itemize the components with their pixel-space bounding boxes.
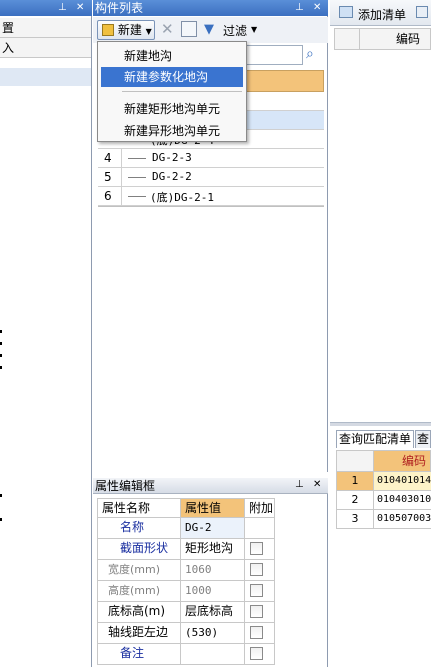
property-name: 底标高(m) (97, 602, 181, 623)
list-row-number: 6 (104, 189, 112, 203)
property-value[interactable]: DG-2 (181, 518, 245, 539)
menu-item[interactable]: 新建矩形地沟单元 (101, 99, 243, 119)
match-row-number[interactable]: 2 (336, 491, 374, 510)
checkbox[interactable] (250, 647, 263, 660)
property-editor-title: 属性编辑框 (95, 479, 156, 493)
search-icon[interactable]: ⌕ (306, 46, 314, 62)
list-bottom-border (98, 206, 324, 207)
property-editor-panel: 属性编辑框 ⊥ ✕ 属性名称 属性值 附加 名称 DG-2 截面形状 矩形地沟 宽度(m… (93, 478, 328, 667)
property-extra (245, 623, 275, 644)
tree-marker (0, 518, 2, 521)
property-extra (245, 539, 275, 560)
match-table-corner (336, 450, 374, 472)
menu-separator (122, 91, 242, 92)
property-editor-titlebar: 属性编辑框 (93, 478, 328, 494)
checkbox[interactable] (250, 563, 263, 576)
property-value[interactable]: 层底标高 (181, 602, 245, 623)
component-list-titlebar: 构件列表 (93, 0, 328, 16)
property-value[interactable]: (530) (181, 623, 245, 644)
menu-item[interactable]: 新建异形地沟单元 (101, 121, 243, 141)
pin-icon[interactable]: ⊥ (58, 0, 67, 16)
close-icon[interactable]: ✕ (76, 0, 84, 16)
property-name: 名称 (97, 518, 181, 539)
property-value[interactable]: 1060 (181, 560, 245, 581)
close-icon[interactable]: ✕ (313, 0, 321, 16)
property-extra (245, 581, 275, 602)
menu-item[interactable]: 新建参数化地沟 (101, 67, 243, 87)
property-value[interactable]: 矩形地沟 (181, 539, 245, 560)
list-row[interactable]: 6 (底)DG-2-1 (98, 187, 324, 206)
add-item-icon[interactable] (416, 6, 428, 18)
tree-line (128, 177, 146, 178)
chevron-down-icon[interactable]: ▼ (251, 25, 257, 34)
component-list-title: 构件列表 (95, 1, 144, 15)
match-row-code[interactable]: 010507003 (374, 510, 431, 529)
chevron-down-icon: ▼ (145, 27, 152, 36)
tree-line (128, 158, 146, 159)
left-panel-item[interactable]: 入 (0, 38, 91, 58)
list-row-name: DG-2-3 (152, 151, 192, 164)
tree-marker (0, 354, 2, 357)
list-row[interactable]: 5 DG-2-2 (98, 168, 324, 187)
property-name: 轴线距左边 (97, 623, 181, 644)
list-row-number: 4 (104, 151, 112, 165)
delete-icon[interactable]: ✕ (161, 20, 174, 38)
match-row-code[interactable]: 010403010 (374, 491, 431, 510)
new-button[interactable]: 新建 ▼ (97, 20, 155, 40)
bill-divider (330, 422, 431, 426)
list-row-number: 5 (104, 170, 112, 184)
header-name: 属性名称 (97, 498, 181, 518)
match-row-code[interactable]: 010401014 (374, 472, 431, 491)
pin-icon[interactable]: ⊥ (295, 0, 304, 16)
add-list-icon[interactable] (339, 6, 353, 18)
checkbox[interactable] (250, 605, 263, 618)
new-item-icon (102, 24, 114, 36)
property-name: 备注 (97, 644, 181, 665)
add-list-button[interactable]: 添加清单 (358, 6, 406, 23)
property-name: 宽度(mm) (97, 560, 181, 581)
list-row-name: (底)DG-2-1 (150, 191, 214, 204)
match-code-header: 编码 (374, 450, 431, 472)
checkbox[interactable] (250, 542, 263, 555)
match-row-number[interactable]: 1 (336, 472, 374, 491)
filter-icon[interactable]: ▼ (204, 22, 214, 37)
checkbox[interactable] (250, 626, 263, 639)
list-row-name: DG-2-2 (152, 170, 192, 183)
left-panel-selected-bar (0, 68, 91, 86)
property-name: 截面形状 (97, 539, 181, 560)
property-value[interactable] (181, 644, 245, 665)
list-row[interactable]: 4 DG-2-3 (98, 149, 324, 168)
property-extra (245, 644, 275, 665)
left-panel: ⊥ ✕ 置 入 (0, 0, 92, 667)
list-column-divider (121, 149, 122, 206)
bill-table-corner (334, 28, 360, 50)
header-value: 属性值 (181, 498, 245, 518)
property-extra (245, 602, 275, 623)
property-extra (245, 560, 275, 581)
tree-marker (0, 494, 2, 497)
menu-item[interactable]: 新建地沟 (101, 46, 243, 66)
tree-marker (0, 366, 2, 369)
header-extra: 附加 (245, 498, 275, 518)
bill-panel: 添加清单 编码 查询匹配清单 查 编码 1 010401014 2 010403010… (330, 0, 431, 667)
match-row-number[interactable]: 3 (336, 510, 374, 529)
property-value[interactable]: 1000 (181, 581, 245, 602)
tree-marker (0, 330, 2, 333)
bill-code-header: 编码 (360, 28, 431, 50)
tree-marker (0, 342, 2, 345)
checkbox[interactable] (250, 584, 263, 597)
new-dropdown-menu: 新建地沟 新建参数化地沟 新建矩形地沟单元 新建异形地沟单元 (97, 41, 247, 142)
filter-button[interactable]: 过滤 (223, 22, 247, 39)
tab-query-other[interactable]: 查 (415, 430, 431, 448)
copy-icon[interactable] (181, 21, 197, 37)
close-icon[interactable]: ✕ (313, 479, 321, 490)
new-button-label: 新建 (117, 23, 142, 37)
property-extra (245, 518, 275, 539)
tree-line (128, 196, 146, 197)
left-panel-item[interactable]: 置 (0, 18, 91, 38)
pin-icon[interactable]: ⊥ (295, 479, 304, 490)
search-input[interactable] (243, 45, 303, 65)
tab-query-match[interactable]: 查询匹配清单 (336, 430, 414, 448)
property-name: 高度(mm) (97, 581, 181, 602)
